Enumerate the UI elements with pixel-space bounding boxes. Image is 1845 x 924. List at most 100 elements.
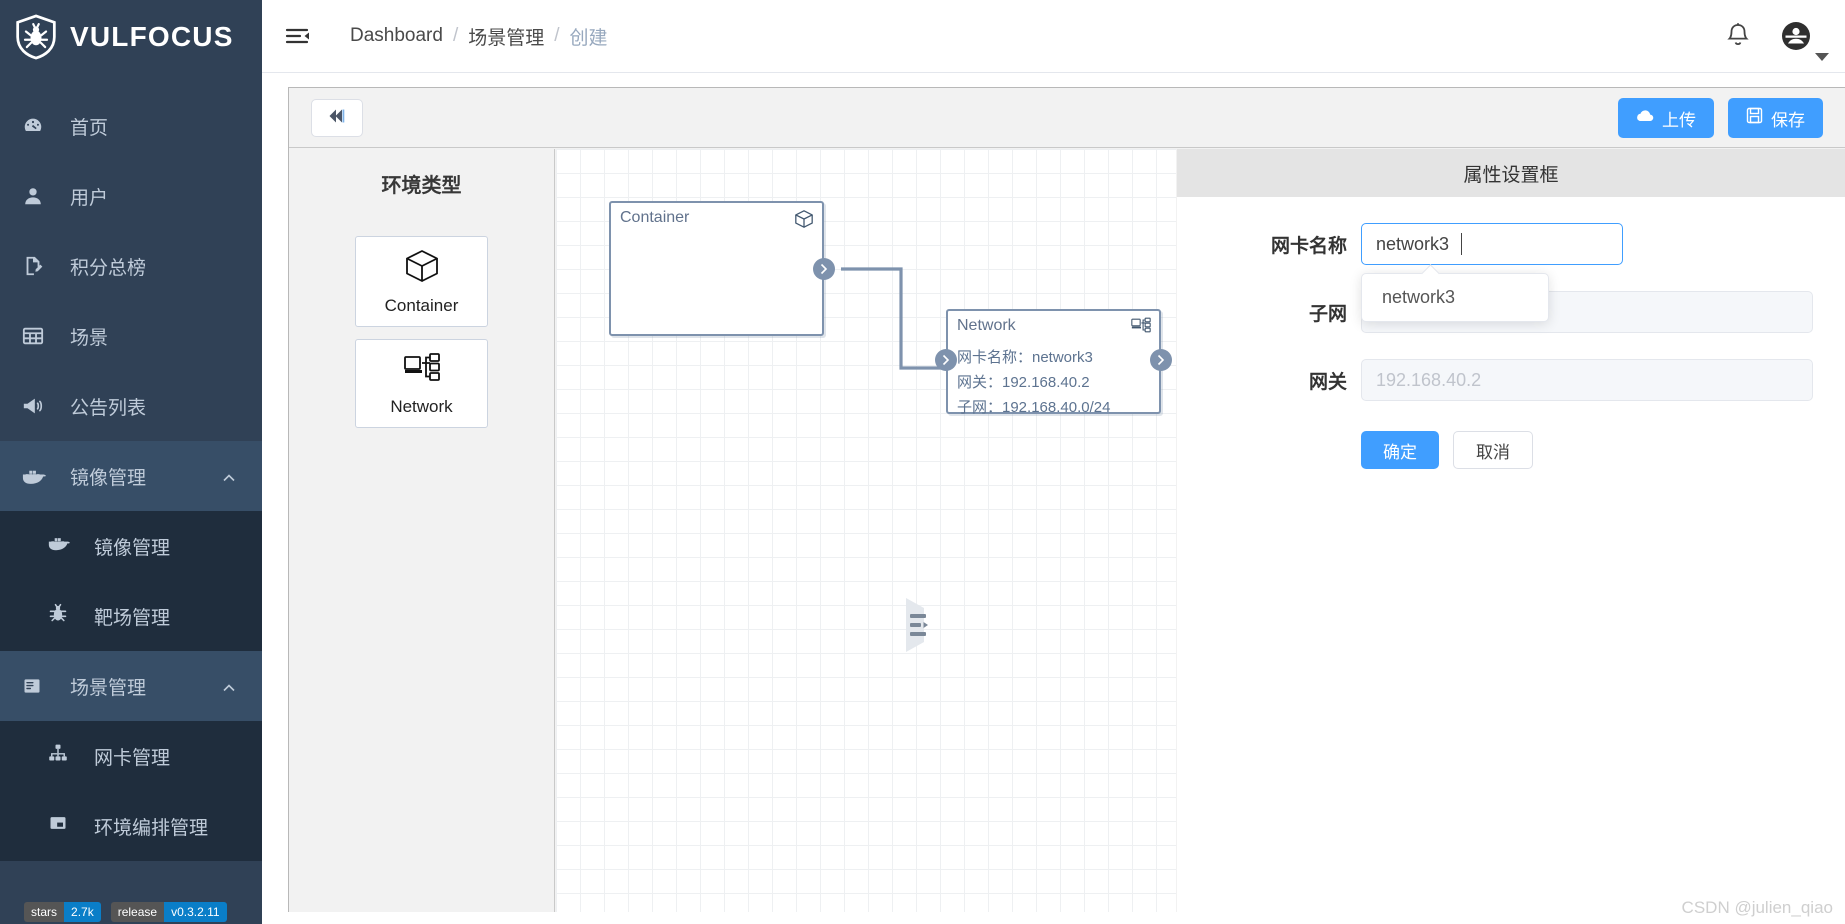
document-icon (22, 255, 52, 277)
form-label-gateway: 网关 (1308, 371, 1347, 393)
breadcrumb-item-create: 创建 (569, 27, 608, 49)
sidebar-item-label: 首页 (70, 117, 109, 139)
sidebar-item-env-orchestration[interactable]: 环境编排管理 (0, 791, 262, 861)
sidebar-subitem-label: 网卡管理 (94, 747, 171, 769)
cancel-button[interactable]: 取消 (1453, 431, 1533, 469)
editor-toolbar-actions: 上传 保存 (1618, 98, 1823, 138)
hamburger-icon[interactable] (284, 23, 310, 49)
release-badge[interactable]: release v0.3.2.11 (110, 902, 227, 922)
node-title: Container (620, 209, 690, 226)
breadcrumb-separator: / (452, 25, 459, 46)
docker-icon (22, 466, 52, 486)
breadcrumb-item-scene-management[interactable]: 场景管理 (468, 23, 544, 50)
form-label-nic-name: 网卡名称 (1270, 235, 1347, 257)
caret-down-icon (1815, 53, 1829, 61)
sidebar-item-label: 积分总榜 (70, 257, 147, 279)
sidebar-item-nic-management[interactable]: 网卡管理 (0, 721, 262, 791)
shield-bug-icon (14, 13, 58, 60)
node-detail-line: 网关：192.168.40.2 (957, 374, 1090, 391)
bug-icon (48, 603, 76, 629)
sidebar-subnav-scene-management: 网卡管理 环境编排管理 (0, 721, 262, 861)
upload-button-label: 上传 (1662, 110, 1696, 130)
sidebar-item-label: 用户 (70, 187, 109, 209)
box-3d-icon (794, 209, 814, 234)
sidebar-item-home[interactable]: 首页 (0, 91, 262, 161)
sidebar-item-image-management[interactable]: 镜像管理 (0, 511, 262, 581)
stars-badge[interactable]: stars 2.7k (24, 902, 101, 922)
confirm-button[interactable]: 确定 (1361, 431, 1439, 469)
node-network[interactable]: Network 网卡名称：network3 网关：192.168.40.2 子网… (946, 309, 1161, 416)
properties-panel: 属性设置框 网卡名称 network3 子网 (1177, 149, 1845, 912)
autocomplete-option[interactable]: network3 (1362, 274, 1548, 321)
node-detail-line: 网卡名称：network3 (957, 349, 1093, 366)
user-avatar-icon (1781, 21, 1811, 51)
avatar[interactable] (1781, 21, 1829, 61)
breadcrumb-separator: / (554, 25, 560, 46)
node-network-output-port[interactable] (1150, 349, 1172, 371)
sidebar-subnav-image-management: 镜像管理 靶场管理 (0, 511, 262, 651)
palette-card-container[interactable]: Container (355, 236, 488, 327)
sidebar-item-user[interactable]: 用户 (0, 161, 262, 231)
flow-canvas[interactable]: Container Network 网卡名称：network3 网关：192.1… (556, 149, 1176, 912)
sidebar-item-scene[interactable]: 场景 (0, 301, 262, 371)
watermark: CSDN @julien_qiao (1681, 898, 1833, 917)
upload-button[interactable]: 上传 (1618, 98, 1714, 138)
panel-collapse-handle[interactable] (906, 594, 936, 656)
chevron-up-icon (222, 469, 236, 483)
sidebar-subitem-label: 环境编排管理 (94, 817, 209, 839)
save-button[interactable]: 保存 (1728, 98, 1823, 138)
sidebar-item-label: 公告列表 (70, 397, 147, 419)
stars-badge-label: stars (24, 902, 65, 922)
megaphone-icon (22, 395, 52, 417)
nic-name-input[interactable] (1361, 223, 1623, 265)
palette-card-network[interactable]: Network (355, 339, 488, 428)
node-title: Network (957, 317, 1016, 334)
panel-collapse-icon (906, 598, 936, 660)
node-detail-line: 子网：192.168.40.0/24 (957, 399, 1111, 416)
form-row-gateway: 网关 (1177, 359, 1845, 401)
gateway-input[interactable] (1361, 359, 1813, 401)
breadcrumb: Dashboard / 场景管理 / 创建 (350, 23, 608, 50)
sidebar-item-announcements[interactable]: 公告列表 (0, 371, 262, 441)
network-icon (403, 352, 441, 389)
sidebar-item-label: 镜像管理 (70, 467, 147, 489)
sidebar-item-label: 场景管理 (70, 677, 147, 699)
palette-card-label: Container (384, 296, 459, 315)
node-palette: 环境类型 Container Network (289, 149, 555, 912)
collapse-sidebar-button[interactable] (311, 99, 363, 137)
stars-badge-value: 2.7k (64, 902, 101, 922)
sitemap-icon (48, 743, 76, 769)
nic-name-autocomplete: network3 (1361, 273, 1549, 322)
sidebar-item-range-management[interactable]: 靶场管理 (0, 581, 262, 651)
node-container-output-port[interactable] (813, 258, 835, 280)
node-network-input-port[interactable] (935, 349, 957, 371)
brand-name: VULFOCUS (70, 20, 234, 52)
editor-toolbar: 上传 保存 (289, 88, 1845, 148)
node-network-details: 网卡名称：network3 网关：192.168.40.2 子网：192.168… (957, 345, 1110, 420)
dashboard-icon (22, 115, 52, 137)
nic-name-input-wrap: network3 (1361, 223, 1623, 322)
double-chevron-left-icon (326, 108, 348, 129)
app-root: VULFOCUS 首页 用户 积分总榜 场景 公告列表 镜像管理 镜像管理 靶场… (0, 0, 1845, 924)
brand-logo[interactable]: VULFOCUS (0, 0, 262, 73)
sidebar-group-scene-management[interactable]: 场景管理 (0, 651, 262, 721)
form-label-subnet: 子网 (1308, 303, 1347, 325)
properties-panel-title: 属性设置框 (1177, 149, 1845, 197)
board-icon (22, 676, 52, 696)
node-container[interactable]: Container (609, 201, 824, 336)
sidebar-item-label: 场景 (70, 327, 109, 349)
sidebar-group-image-management[interactable]: 镜像管理 (0, 441, 262, 511)
sidebar-subitem-label: 镜像管理 (94, 537, 171, 559)
breadcrumb-item-dashboard[interactable]: Dashboard (350, 25, 443, 47)
page-body: 上传 保存 环境类型 Container Network Container N… (262, 73, 1845, 924)
box-3d-icon (404, 249, 440, 288)
floppy-save-icon (1746, 107, 1763, 129)
bell-icon[interactable] (1725, 22, 1751, 50)
sidebar-subitem-label: 靶场管理 (94, 607, 171, 629)
sidebar-badges: stars 2.7k release v0.3.2.11 (24, 902, 227, 922)
sidebar: VULFOCUS 首页 用户 积分总榜 场景 公告列表 镜像管理 镜像管理 靶场… (0, 0, 262, 924)
network-icon (1131, 317, 1151, 338)
sidebar-item-leaderboard[interactable]: 积分总榜 (0, 231, 262, 301)
window-icon (48, 813, 76, 839)
text-caret (1461, 233, 1462, 255)
